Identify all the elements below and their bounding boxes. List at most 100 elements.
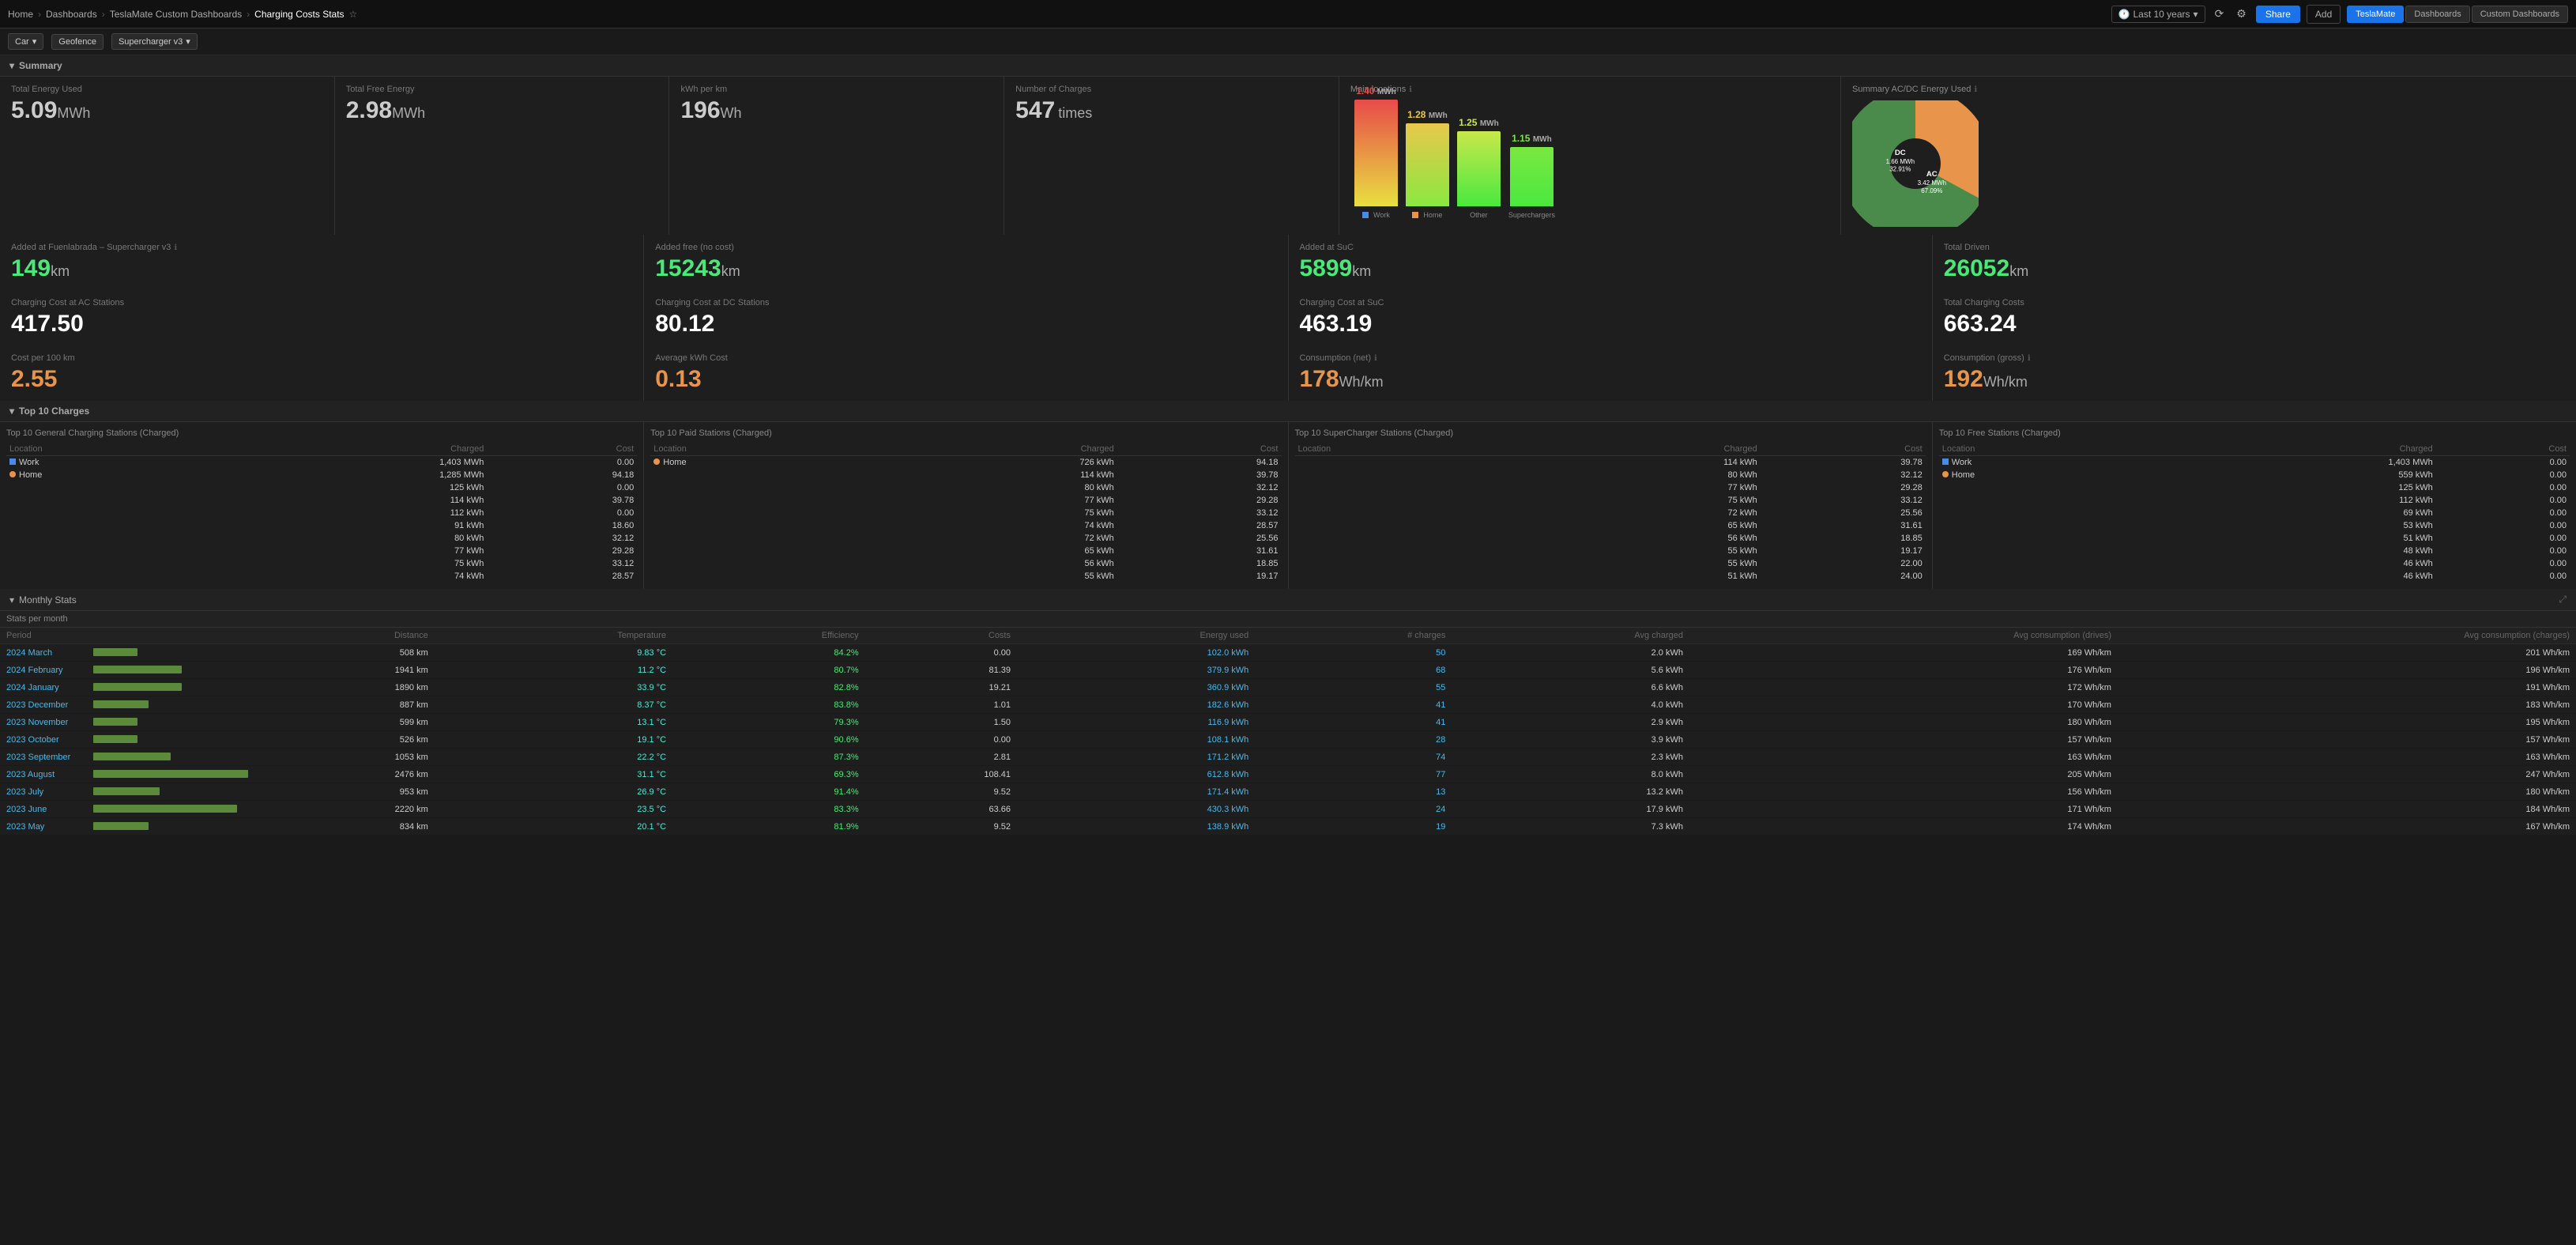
cell-cost: 18.60 <box>487 519 637 532</box>
cell-costs: 0.00 <box>865 731 1017 749</box>
breadcrumb-home[interactable]: Home <box>8 9 33 20</box>
cell-avg-charged: 5.6 kWh <box>1452 662 1689 679</box>
cell-period[interactable]: 2024 January <box>0 679 87 696</box>
cell-energy[interactable]: 116.9 kWh <box>1017 714 1255 731</box>
total-driven-value: 26052km <box>1944 255 2565 282</box>
table-row: 56 kWh 18.85 <box>650 557 1281 570</box>
summary-section-header[interactable]: ▾ Summary <box>0 55 2576 77</box>
cell-energy[interactable]: 102.0 kWh <box>1017 644 1255 662</box>
cell-energy[interactable]: 430.3 kWh <box>1017 801 1255 818</box>
cell-period[interactable]: 2023 July <box>0 783 87 801</box>
cell-energy[interactable]: 171.4 kWh <box>1017 783 1255 801</box>
cell-location <box>1939 570 2156 583</box>
breadcrumb-dashboards[interactable]: Dashboards <box>46 9 97 20</box>
cell-charges[interactable]: 41 <box>1255 714 1452 731</box>
added-fuenlabrada-card: Added at Fuenlabrada – Supercharger v3 ℹ… <box>0 235 643 290</box>
settings-icon[interactable]: ⚙ <box>2233 7 2250 21</box>
cell-avg-cons-charges: 157 Wh/km <box>2118 731 2576 749</box>
tab-teslamate[interactable]: TeslaMate <box>2347 6 2404 23</box>
cell-energy[interactable]: 138.9 kWh <box>1017 818 1255 836</box>
clock-icon: 🕐 <box>2118 9 2130 20</box>
cell-charges[interactable]: 77 <box>1255 766 1452 783</box>
cell-cost: 0.00 <box>2436 532 2570 545</box>
cell-charges[interactable]: 41 <box>1255 696 1452 714</box>
cell-charges[interactable]: 24 <box>1255 801 1452 818</box>
cell-period[interactable]: 2024 February <box>0 662 87 679</box>
cell-period[interactable]: 2023 June <box>0 801 87 818</box>
cell-period[interactable]: 2023 November <box>0 714 87 731</box>
cell-charged: 65 kWh <box>879 545 1117 557</box>
cell-avg-cons-charges: 167 Wh/km <box>2118 818 2576 836</box>
cell-charged: 91 kWh <box>216 519 487 532</box>
supercharger-filter[interactable]: Supercharger v3 ▾ <box>111 33 198 50</box>
cell-avg-charged: 13.2 kWh <box>1452 783 1689 801</box>
cell-charges[interactable]: 68 <box>1255 662 1452 679</box>
cell-charges[interactable]: 50 <box>1255 644 1452 662</box>
th-avg-cons-drives: Avg consumption (drives) <box>1689 628 2118 644</box>
time-range-label: Last 10 years <box>2133 9 2190 20</box>
cell-avg-cons-charges: 247 Wh/km <box>2118 766 2576 783</box>
col-cost-sc: Cost <box>1761 443 1926 456</box>
cell-energy[interactable]: 612.8 kWh <box>1017 766 1255 783</box>
cell-charges[interactable]: 74 <box>1255 749 1452 766</box>
cell-avg-charged: 7.3 kWh <box>1452 818 1689 836</box>
cell-avg-cons-charges: 184 Wh/km <box>2118 801 2576 818</box>
table-row: Work 1,403 MWh 0.00 <box>6 456 637 470</box>
cell-bar <box>87 679 254 696</box>
cell-location <box>1295 507 1526 519</box>
star-icon[interactable]: ☆ <box>349 9 358 20</box>
cell-charged: 114 kWh <box>216 494 487 507</box>
monthly-table-container[interactable]: Period Distance Temperature Efficiency C… <box>0 628 2576 836</box>
refresh-icon[interactable]: ⟳ <box>2212 7 2228 21</box>
th-temp: Temperature <box>435 628 672 644</box>
chevron-down-icon-sc: ▾ <box>186 36 190 47</box>
cell-eff: 83.8% <box>672 696 865 714</box>
cell-temp: 20.1 °C <box>435 818 672 836</box>
geofence-filter[interactable]: Geofence <box>51 34 104 50</box>
car-filter[interactable]: Car ▾ <box>8 33 43 50</box>
cell-period[interactable]: 2024 March <box>0 644 87 662</box>
tab-dashboards[interactable]: Dashboards <box>2405 6 2469 23</box>
breadcrumb-teslamate[interactable]: TeslaMate Custom Dashboards <box>110 9 242 20</box>
cell-charges[interactable]: 19 <box>1255 818 1452 836</box>
top10-free-table: Location Charged Cost Work 1,403 MWh 0.0… <box>1939 443 2570 583</box>
cell-temp: 22.2 °C <box>435 749 672 766</box>
cell-period[interactable]: 2023 August <box>0 766 87 783</box>
cell-period[interactable]: 2023 May <box>0 818 87 836</box>
cell-cost: 0.00 <box>487 481 637 494</box>
total-costs-value: 663.24 <box>1944 311 2565 338</box>
cell-cost: 25.56 <box>1117 532 1282 545</box>
top10-section-header[interactable]: ▾ Top 10 Charges <box>0 401 2576 422</box>
cell-energy[interactable]: 171.2 kWh <box>1017 749 1255 766</box>
cell-energy[interactable]: 379.9 kWh <box>1017 662 1255 679</box>
add-button[interactable]: Add <box>2307 5 2341 24</box>
table-row: 112 kWh 0.00 <box>6 507 637 519</box>
tab-custom-dashboards[interactable]: Custom Dashboards <box>2472 6 2568 23</box>
cell-avg-cons-drives: 172 Wh/km <box>1689 679 2118 696</box>
cell-period[interactable]: 2023 December <box>0 696 87 714</box>
cell-charged: 51 kWh <box>2156 532 2436 545</box>
cell-period[interactable]: 2023 September <box>0 749 87 766</box>
cell-energy[interactable]: 182.6 kWh <box>1017 696 1255 714</box>
cell-energy[interactable]: 360.9 kWh <box>1017 679 1255 696</box>
cell-charged: 69 kWh <box>2156 507 2436 519</box>
cell-avg-charged: 3.9 kWh <box>1452 731 1689 749</box>
cell-distance: 2220 km <box>254 801 435 818</box>
monthly-section-header[interactable]: ▾ Monthly Stats ⤢ <box>0 589 2576 611</box>
time-range-selector[interactable]: 🕐 Last 10 years ▾ <box>2111 6 2205 23</box>
cell-charges[interactable]: 55 <box>1255 679 1452 696</box>
breadcrumb-sep2: › <box>102 9 105 20</box>
col-cost-free: Cost <box>2436 443 2570 456</box>
cell-cost: 24.00 <box>1761 570 1926 583</box>
cell-charges[interactable]: 13 <box>1255 783 1452 801</box>
pie-dc-pct: 32.91% <box>1889 166 1911 173</box>
cell-charges[interactable]: 28 <box>1255 731 1452 749</box>
expand-icon[interactable]: ⤢ <box>2559 594 2567 606</box>
cell-period[interactable]: 2023 October <box>0 731 87 749</box>
main-locations-title: Main locations ℹ <box>1350 85 1829 94</box>
cell-cost: 0.00 <box>2436 557 2570 570</box>
list-item: 2023 November 599 km 13.1 °C 79.3% 1.50 … <box>0 714 2576 731</box>
cell-avg-cons-drives: 180 Wh/km <box>1689 714 2118 731</box>
share-button[interactable]: Share <box>2256 6 2300 23</box>
cell-energy[interactable]: 108.1 kWh <box>1017 731 1255 749</box>
